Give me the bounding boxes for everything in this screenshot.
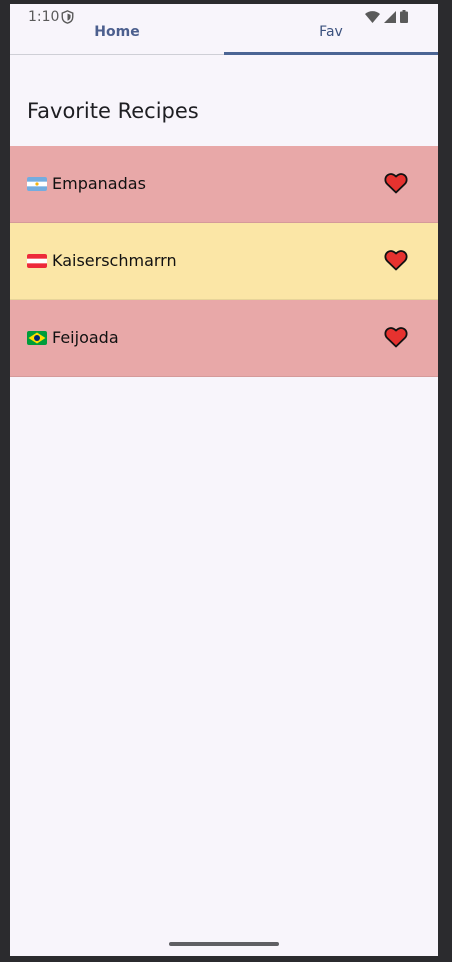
status-time: 1:10 <box>28 9 60 25</box>
favorite-heart-icon[interactable] <box>384 249 408 271</box>
wifi-icon <box>365 10 380 23</box>
status-bar: 1:10 <box>10 4 438 28</box>
recipe-name: Feijoada <box>52 328 119 347</box>
signal-icon <box>384 10 396 23</box>
recipe-row-feijoada[interactable]: Feijoada <box>10 300 438 377</box>
favorite-heart-icon[interactable] <box>384 172 408 194</box>
austria-flag-icon <box>27 254 47 268</box>
battery-icon <box>400 10 408 23</box>
brazil-flag-icon <box>27 331 47 345</box>
status-icons <box>365 10 408 23</box>
recipe-row-empanadas[interactable]: Empanadas <box>10 146 438 223</box>
app-screen: 1:10 Home Fav Favorite Recipes Empanadas… <box>10 4 438 956</box>
recipe-name: Kaiserschmarrn <box>52 251 177 270</box>
argentina-flag-icon <box>27 177 47 191</box>
favorite-heart-icon[interactable] <box>384 326 408 348</box>
recipe-name: Empanadas <box>52 174 146 193</box>
recipe-row-kaiserschmarrn[interactable]: Kaiserschmarrn <box>10 223 438 300</box>
gesture-nav-handle[interactable] <box>169 942 279 946</box>
shield-icon <box>61 10 74 24</box>
tab-selected-indicator <box>224 52 438 55</box>
page-title: Favorite Recipes <box>27 99 199 123</box>
recipe-list: Empanadas Kaiserschmarrn Feijoada <box>10 146 438 377</box>
